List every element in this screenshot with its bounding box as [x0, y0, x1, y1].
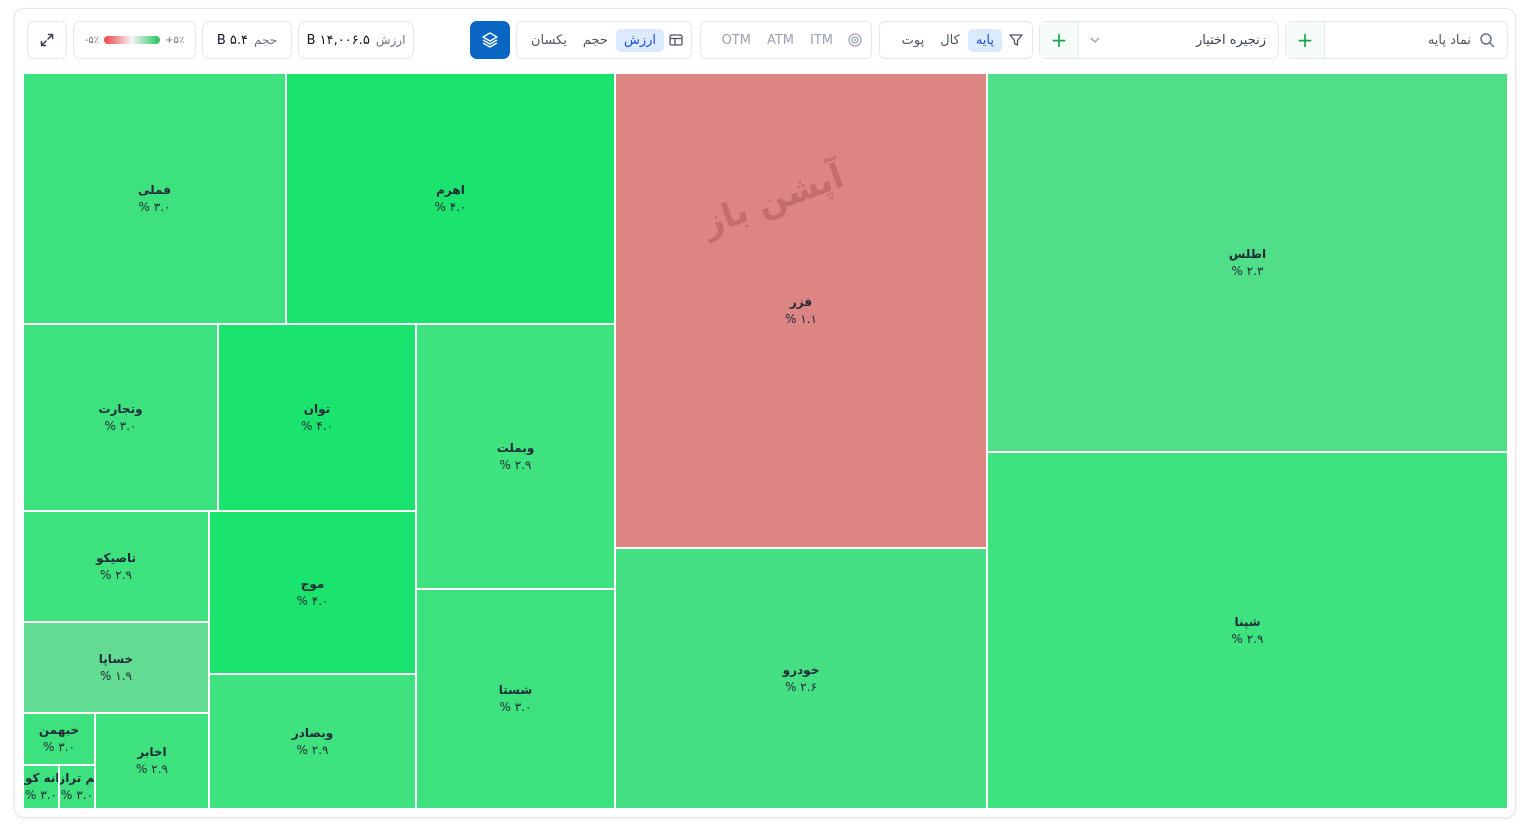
treemap-tile[interactable]: دانه کوچ ۳.۰ % [23, 765, 59, 809]
treemap-tile[interactable]: وبملت ۲.۹ % [416, 324, 615, 589]
chevron-down-icon [1089, 34, 1101, 46]
treemap-tile[interactable]: شستا ۳.۰ % [416, 589, 615, 809]
layers-button[interactable] [470, 21, 510, 59]
weight-equal-tab[interactable]: یکسان [523, 29, 575, 52]
tile-symbol: فزر [789, 294, 813, 309]
tile-symbol: تاصیکو [95, 550, 136, 565]
tile-change: ۴.۰ % [434, 199, 467, 214]
tile-change: ۳.۰ % [138, 199, 171, 214]
tile-symbol: موج [300, 576, 325, 591]
treemap-tile[interactable]: فملی ۳.۰ % [23, 73, 286, 324]
atm-tab[interactable]: ATM [759, 29, 802, 52]
treemap-tile[interactable]: موج ۴.۰ % [209, 511, 416, 674]
add-symbol-button[interactable]: + [1286, 22, 1324, 58]
total-volume-stat: حجم ۵.۴ B [202, 21, 292, 59]
treemap-tile[interactable]: اخابر ۲.۹ % [95, 713, 209, 809]
chain-select-label: زنجیره اختیار [1195, 32, 1266, 48]
tile-change: ۲.۳ % [1231, 263, 1264, 278]
target-icon[interactable] [847, 32, 863, 48]
itm-tab[interactable]: ITM [802, 29, 841, 52]
filter-put-tab[interactable]: پوت [894, 29, 933, 52]
tile-change: ۲.۹ % [136, 762, 168, 776]
layout-icon[interactable] [668, 32, 684, 48]
tile-change: ۳.۰ % [61, 788, 93, 802]
tile-change: ۴.۰ % [296, 593, 329, 608]
moneyness-filter: ITM ATM OTM [700, 21, 872, 59]
tile-change: ۱.۱ % [785, 311, 817, 326]
tile-symbol: اهرم [436, 182, 465, 197]
treemap-tile[interactable]: اهرم ۴.۰ % [286, 73, 615, 324]
tile-symbol: وبصادر [291, 725, 334, 740]
chain-select[interactable]: زنجیره اختیار + [1039, 21, 1279, 59]
fullscreen-button[interactable] [27, 21, 67, 59]
tile-change: ۱.۹ % [100, 668, 132, 683]
tile-change: ۳.۰ % [499, 700, 532, 714]
tile-symbol: شستا [498, 683, 533, 697]
treemap-tile[interactable]: اطلس ۲.۳ % [987, 73, 1508, 452]
search-box[interactable]: نماد پایه + [1285, 21, 1508, 59]
tile-symbol: وبملت [496, 440, 535, 455]
tile-change: ۲.۹ % [1231, 631, 1264, 646]
tile-change: ۲.۹ % [296, 742, 329, 757]
total-value-label: ارزش [375, 33, 406, 47]
weight-volume-tab[interactable]: حجم [575, 29, 616, 52]
treemap-tile[interactable]: فزر ۱.۱ % [615, 73, 987, 548]
tile-symbol: فملی [138, 182, 171, 197]
total-volume: ۵.۴ B [216, 32, 249, 48]
treemap-tile[interactable]: توان ۴.۰ % [218, 324, 416, 511]
tile-change: ۴.۰ % [301, 418, 333, 433]
expand-icon [39, 32, 55, 48]
otm-tab[interactable]: OTM [714, 29, 759, 52]
add-chain-button[interactable]: + [1040, 22, 1078, 58]
tile-change: ۳.۰ % [104, 418, 137, 433]
tile-symbol: اخابر [137, 745, 167, 759]
search-input[interactable]: نماد پایه [1325, 33, 1471, 48]
total-value-stat: ارزش ۱۴,۰۰۶.۵ B [298, 21, 414, 59]
tile-change: ۲.۹ % [100, 567, 132, 582]
tile-symbol: هم ترازو [60, 771, 95, 785]
total-value: ۱۴,۰۰۶.۵ B [306, 32, 370, 48]
treemap-tile[interactable]: وبصادر ۲.۹ % [209, 674, 416, 809]
tile-change: ۲.۶ % [785, 679, 817, 694]
weight-filter: ارزش حجم یکسان [516, 21, 692, 59]
treemap-tile[interactable]: تاصیکو ۲.۹ % [23, 511, 209, 622]
legend-min: -۵٪ [84, 34, 100, 46]
option-type-filter: پایه کال پوت [879, 21, 1033, 59]
tile-symbol: شپنا [1234, 614, 1261, 629]
treemap-tile[interactable]: خبهمن ۳.۰ % [23, 713, 95, 765]
legend-max: +۵٪ [165, 34, 185, 46]
filter-icon[interactable] [1008, 32, 1024, 48]
total-volume-label: حجم [254, 33, 278, 47]
tile-symbol: دانه کوچ [24, 771, 58, 785]
tile-symbol: خبهمن [38, 723, 80, 737]
treemap-tile[interactable]: خساپا ۱.۹ % [23, 622, 209, 713]
treemap-tile[interactable]: خودرو ۲.۶ % [615, 548, 987, 809]
tile-change: ۲.۹ % [499, 457, 532, 472]
layers-icon [481, 31, 499, 49]
treemap-tile[interactable]: شپنا ۲.۹ % [987, 452, 1508, 809]
filter-base-tab[interactable]: پایه [967, 28, 1002, 52]
search-icon [1479, 32, 1495, 48]
tile-symbol: وتجارت [98, 401, 143, 416]
legend-gradient [104, 36, 161, 44]
tile-symbol: توان [303, 401, 331, 416]
tile-change: ۳.۰ % [43, 740, 75, 754]
tile-symbol: خساپا [98, 651, 134, 666]
filter-call-tab[interactable]: کال [932, 29, 968, 52]
treemap-tile[interactable]: هم ترازو ۳.۰ % [59, 765, 95, 809]
weight-value-tab[interactable]: ارزش [615, 28, 664, 52]
color-legend: -۵٪ +۵٪ [73, 21, 196, 59]
treemap-tile[interactable]: وتجارت ۳.۰ % [23, 324, 218, 511]
tile-symbol: اطلس [1228, 246, 1267, 261]
tile-change: ۳.۰ % [25, 788, 57, 802]
tile-symbol: خودرو [782, 662, 820, 677]
